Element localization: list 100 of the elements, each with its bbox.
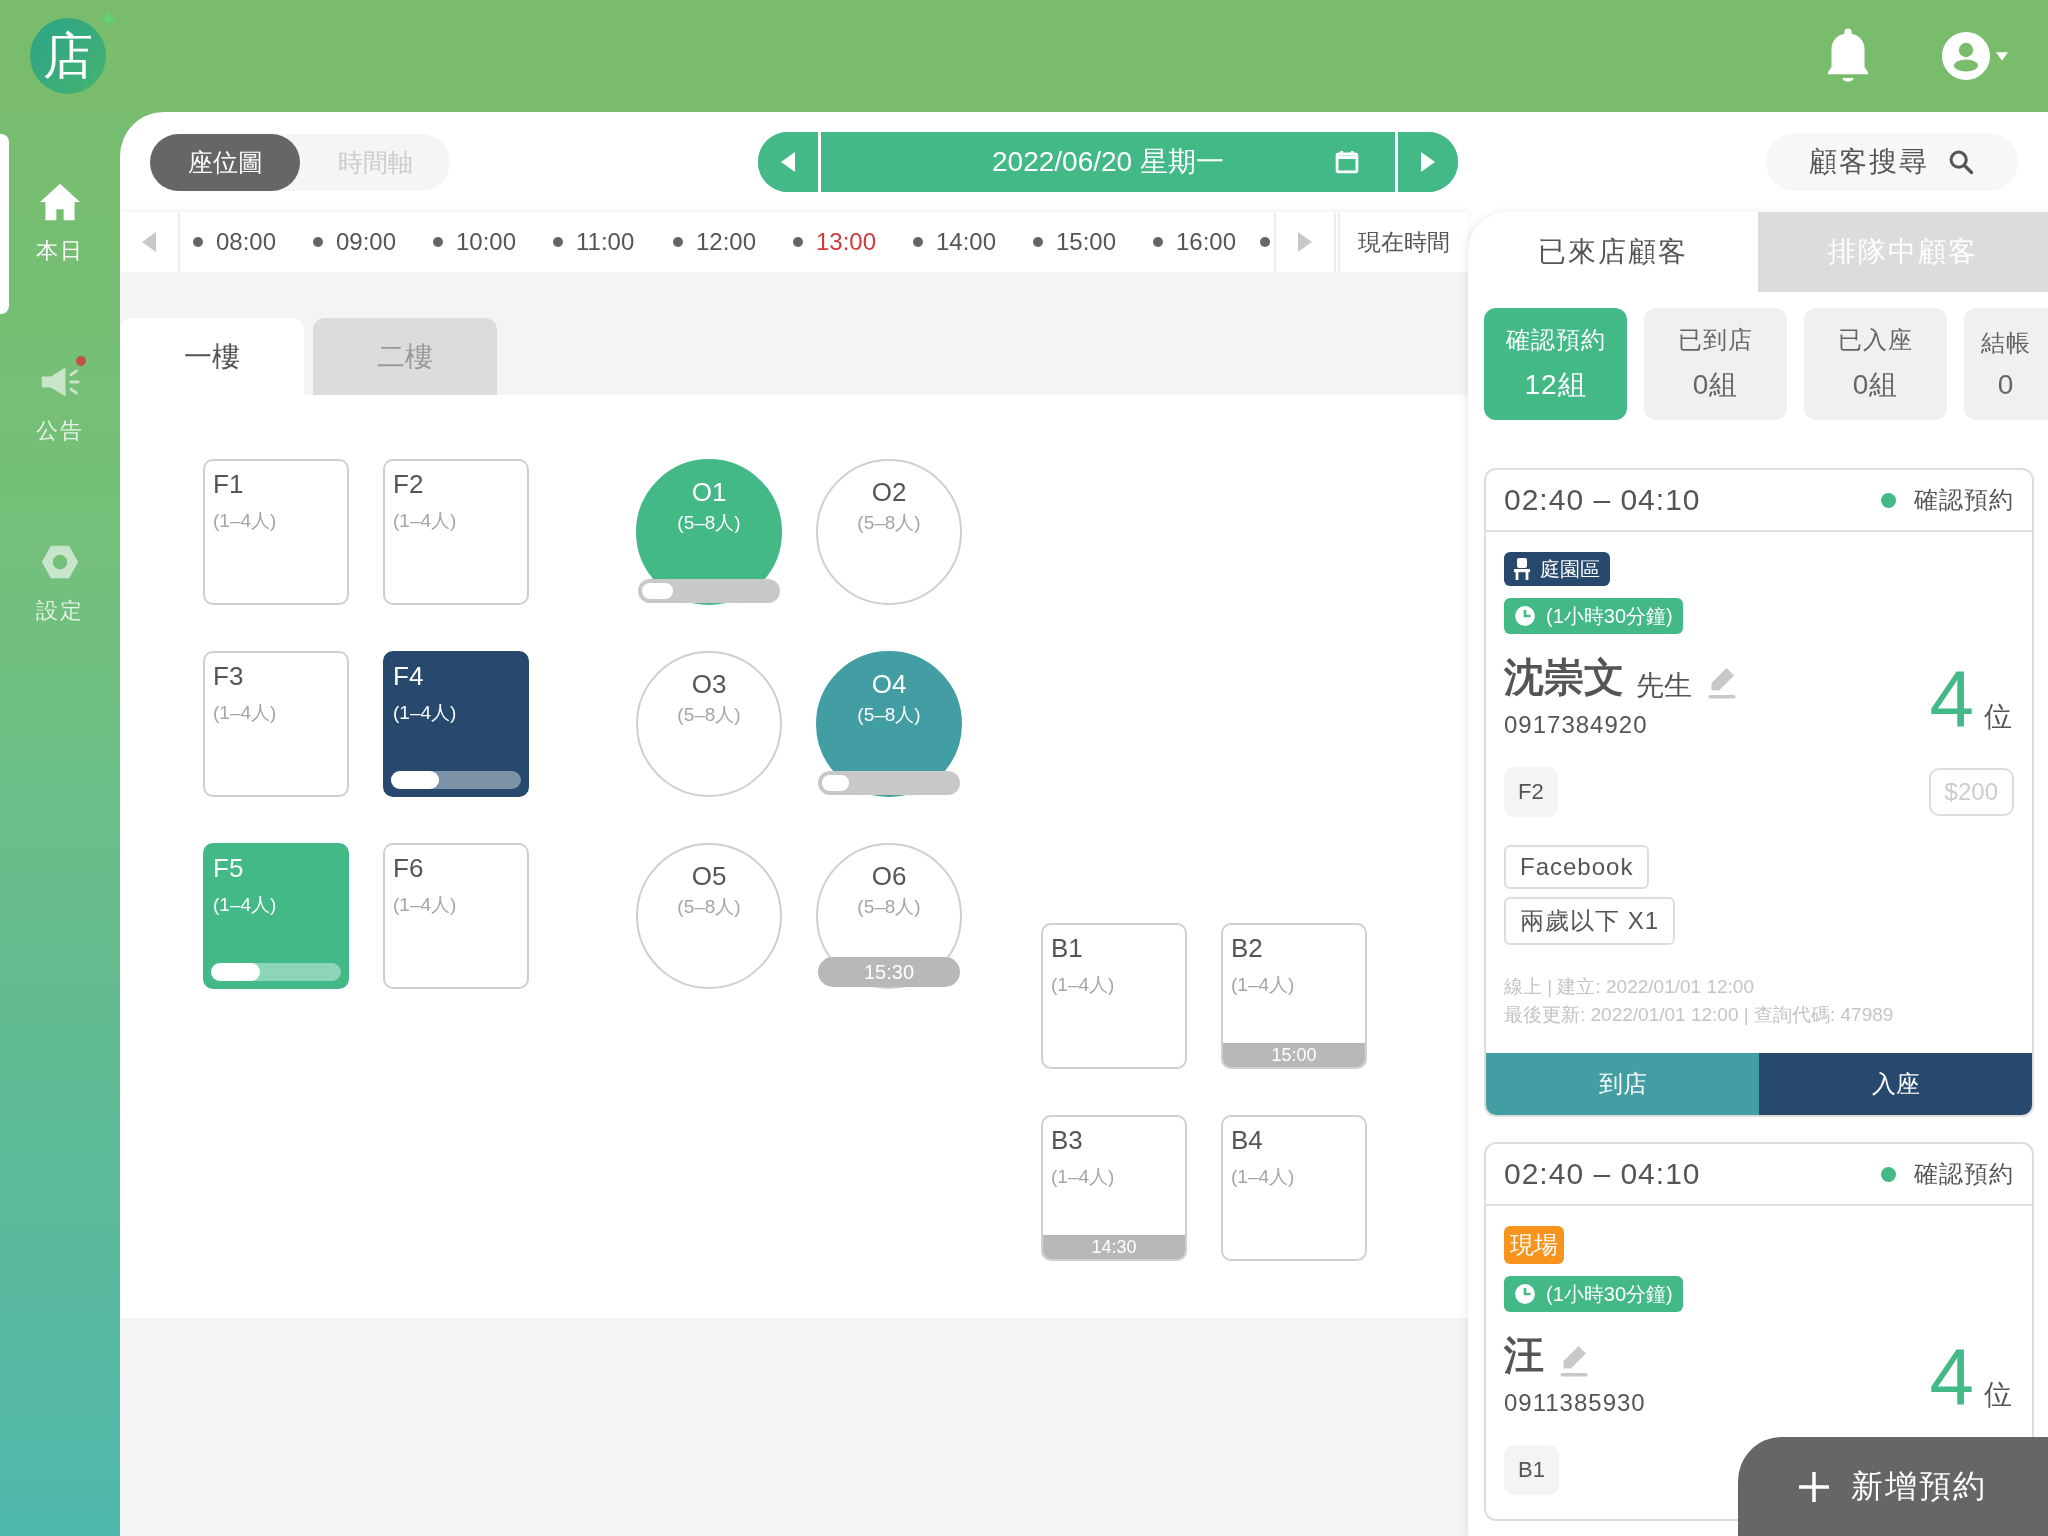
timeline-dot — [793, 237, 803, 247]
tag-text: 庭園區 — [1540, 556, 1600, 582]
time-label: 14:00 — [936, 228, 997, 256]
table-capacity: (1–4人) — [213, 893, 278, 918]
square-table[interactable]: B3 (1–4人) 14:30 — [1041, 1115, 1187, 1261]
timeline-dot — [673, 237, 683, 247]
time-label: 13:00 — [816, 228, 877, 256]
round-table[interactable]: O6 (5–8人) 15:30 — [816, 843, 962, 989]
status-filter[interactable]: 結帳 0 — [1964, 308, 2048, 420]
clock-icon — [1514, 605, 1536, 627]
sparkle-icon — [102, 12, 116, 26]
time-badge: 15:00 — [1223, 1043, 1365, 1067]
customer-name: 汪 — [1504, 1332, 1544, 1379]
table-capacity: (1–4人) — [1051, 1165, 1116, 1190]
table-capacity: (5–8人) — [857, 511, 921, 536]
guest-count: 4 — [1929, 659, 1974, 739]
round-table[interactable]: O2 (5–8人) — [816, 459, 962, 605]
calendar-icon — [1333, 148, 1361, 176]
table-capacity: (1–4人) — [1051, 973, 1116, 998]
timeline-dot — [553, 237, 563, 247]
time-range: 02:40 – 04:10 — [1504, 1157, 1702, 1191]
guest-count: 4 — [1929, 1337, 1974, 1417]
time-label: 08:00 — [216, 228, 277, 256]
table-name: F1 — [213, 469, 245, 501]
square-table[interactable]: B2 (1–4人) 15:00 — [1221, 923, 1367, 1069]
tag-text: (1小時30分鐘) — [1546, 603, 1673, 629]
time-label: 11:00 — [576, 228, 635, 256]
table-name: B3 — [1051, 1125, 1084, 1157]
home-icon — [38, 182, 82, 222]
customer-search-button[interactable]: 顧客搜尋 — [1766, 133, 2018, 191]
table-name: F2 — [393, 469, 425, 501]
table-name: O3 — [691, 669, 727, 701]
table-capacity: (1–4人) — [1231, 973, 1296, 998]
table-capacity: (5–8人) — [677, 895, 741, 920]
tag-text: (1小時30分鐘) — [1546, 1281, 1673, 1307]
search-icon — [1947, 148, 1975, 176]
caret-icon — [1996, 51, 2008, 61]
chair-icon — [1514, 558, 1530, 580]
table-name: B2 — [1231, 933, 1264, 965]
timeline-dot — [1033, 237, 1043, 247]
label-tag: 兩歲以下 X1 — [1504, 897, 1676, 945]
table-name: F3 — [213, 661, 245, 693]
time-label: 09:00 — [336, 228, 397, 256]
table-capacity: (1–4人) — [213, 701, 278, 726]
customer-tab[interactable]: 已來店顧客 — [1468, 212, 1758, 292]
table-capacity: (5–8人) — [677, 703, 741, 728]
square-table[interactable]: B4 (1–4人) — [1221, 1115, 1367, 1261]
table-name: F5 — [213, 853, 245, 885]
table-capacity: (5–8人) — [677, 511, 741, 536]
table-capacity: (5–8人) — [857, 703, 921, 728]
timeline-dot — [1260, 237, 1270, 247]
time-label: 15:00 — [1056, 228, 1117, 256]
table-chip: F2 — [1504, 767, 1558, 817]
avatar-icon — [1942, 32, 1990, 80]
table-name: O6 — [871, 861, 907, 893]
view-tab[interactable]: 座位圖 — [150, 133, 300, 191]
time-label: 16:00 — [1176, 228, 1237, 256]
table-name: F6 — [393, 853, 425, 885]
time-badge: 15:30 — [818, 957, 960, 987]
time-badge: 14:30 — [1043, 1235, 1185, 1259]
table-chip: B1 — [1504, 1445, 1559, 1495]
table-capacity: (1–4人) — [1231, 1165, 1296, 1190]
add-reservation-button[interactable]: 新增預約 — [1738, 1437, 2048, 1536]
time-label: 12:00 — [696, 228, 757, 256]
customer-title: 先生 — [1636, 669, 1692, 703]
status-label: 確認預約 — [1914, 485, 2014, 515]
square-table[interactable]: F2 (1–4人) — [383, 459, 529, 605]
square-table[interactable]: F1 (1–4人) — [203, 459, 349, 605]
timeline-dot — [193, 237, 203, 247]
clock-icon — [1514, 1283, 1536, 1305]
walk-in-tag: 現場 — [1504, 1226, 1564, 1264]
guest-unit: 位 — [1984, 700, 2012, 734]
table-name: O1 — [691, 477, 727, 509]
status-filter[interactable]: 已到店 0組 — [1644, 308, 1787, 420]
square-table[interactable]: F3 (1–4人) — [203, 651, 349, 797]
table-capacity: (1–4人) — [213, 509, 278, 534]
time-label: 10:00 — [456, 228, 517, 256]
square-table[interactable]: F4 (1–4人) — [383, 651, 529, 797]
square-table[interactable]: B1 (1–4人) — [1041, 923, 1187, 1069]
seat-button[interactable]: 入座 — [1759, 1053, 2032, 1115]
table-name: F4 — [393, 661, 425, 693]
square-table[interactable]: F6 (1–4人) — [383, 843, 529, 989]
bell-icon[interactable] — [1826, 28, 1870, 84]
label-tag: Facebook — [1504, 845, 1650, 889]
table-capacity: (1–4人) — [393, 893, 458, 918]
round-table[interactable]: O3 (5–8人) — [636, 651, 782, 797]
account-menu[interactable] — [1942, 32, 2008, 80]
floor-tab[interactable]: 一樓 — [120, 318, 304, 395]
meta-text: 線上 | 建立: 2022/01/01 12:00 — [1504, 975, 1755, 999]
table-name: O2 — [871, 477, 907, 509]
round-table[interactable]: O5 (5–8人) — [636, 843, 782, 989]
right-arrow-icon — [1298, 231, 1312, 253]
status-filter[interactable]: 已入座 0組 — [1804, 308, 1947, 420]
table-capacity: (1–4人) — [393, 509, 458, 534]
table-name: O4 — [871, 669, 907, 701]
phone-number: 0911385930 — [1504, 1389, 1646, 1417]
table-capacity: (1–4人) — [393, 701, 458, 726]
timeline-dot — [313, 237, 323, 247]
guest-unit: 位 — [1984, 1378, 2012, 1412]
left-arrow-icon — [781, 152, 795, 172]
